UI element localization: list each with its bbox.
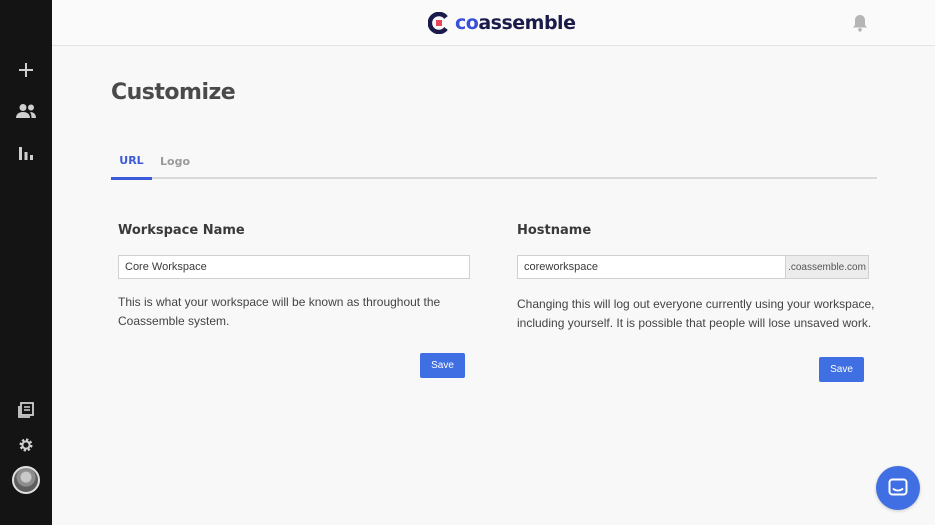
top-bar: coassemble	[52, 0, 935, 46]
workspace-name-help: This is what your workspace will be know…	[118, 293, 478, 331]
tab-bar: URL Logo	[111, 143, 877, 180]
chat-launcher-button[interactable]	[876, 466, 920, 510]
tab-logo[interactable]: Logo	[155, 143, 195, 179]
logo-wordmark: coassemble	[455, 12, 576, 34]
hostname-input[interactable]: coreworkspace	[517, 255, 786, 279]
add-icon[interactable]	[0, 55, 52, 85]
sidebar	[0, 0, 52, 525]
chat-icon	[888, 478, 908, 496]
library-icon[interactable]	[0, 395, 52, 425]
hostname-save-button[interactable]: Save	[819, 357, 864, 382]
logo-mark-icon	[428, 12, 448, 34]
bar-chart-icon[interactable]	[0, 137, 52, 167]
people-icon[interactable]	[0, 96, 52, 126]
coassemble-logo[interactable]: coassemble	[428, 10, 576, 36]
workspace-help-line: This is what your workspace will be know…	[118, 295, 441, 309]
hostname-suffix: .coassemble.com	[786, 255, 869, 279]
hostname-help: Changing this will log out everyone curr…	[517, 295, 877, 333]
workspace-save-button[interactable]: Save	[420, 353, 465, 378]
page-title: Customize	[111, 80, 236, 105]
workspace-name-heading: Workspace Name	[118, 223, 245, 238]
avatar[interactable]	[12, 466, 40, 494]
hostname-help-line: Changing this will log out everyone curr…	[517, 297, 875, 311]
tab-url[interactable]: URL	[111, 143, 152, 180]
hostname-help-line: including yourself. It is possible that …	[517, 316, 872, 330]
bell-icon[interactable]	[852, 14, 870, 32]
hostname-heading: Hostname	[517, 223, 592, 238]
workspace-help-line: Coassemble system.	[118, 314, 230, 328]
gear-icon[interactable]	[0, 430, 52, 460]
workspace-name-input[interactable]: Core Workspace	[118, 255, 470, 279]
main-content: Customize URL Logo Workspace Name Core W…	[52, 47, 935, 525]
